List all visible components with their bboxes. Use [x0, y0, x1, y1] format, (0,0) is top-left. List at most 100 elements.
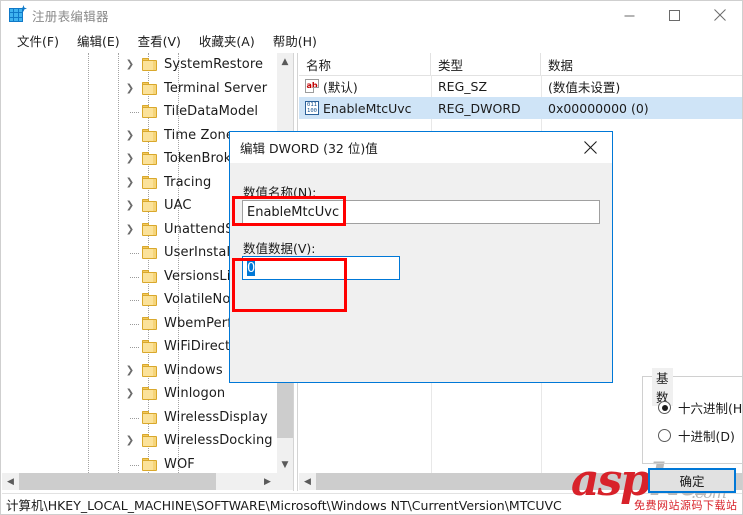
chevron-right-icon[interactable]: ❯: [122, 147, 138, 171]
value-name-cell: 011 100 EnableMtcUvc: [299, 97, 431, 119]
column-header-name[interactable]: 名称: [299, 53, 431, 75]
folder-icon: [142, 434, 157, 447]
tree-item[interactable]: ❯ Winlogon: [2, 382, 277, 406]
menu-view[interactable]: 查看(V): [129, 29, 190, 53]
window-title: 注册表编辑器: [32, 8, 109, 24]
tree-guide-line: [130, 300, 139, 302]
tree-guide-line: [130, 347, 139, 349]
folder-icon: [142, 387, 157, 400]
folder-icon: [142, 222, 157, 236]
folder-icon: [142, 175, 157, 189]
chevron-right-icon[interactable]: ❯: [122, 53, 138, 77]
tree-guide-line: [130, 253, 139, 255]
folder-icon: [142, 457, 157, 471]
value-data-input[interactable]: 0: [242, 256, 400, 280]
tree-item[interactable]: ❯ WirelessDocking: [2, 429, 277, 453]
value-name-input[interactable]: EnableMtcUvc: [242, 200, 600, 224]
tree-horizontal-scrollbar[interactable]: ◀ ▶: [2, 473, 293, 490]
chevron-right-icon[interactable]: ❯: [122, 429, 138, 453]
radio-button-icon[interactable]: [658, 401, 671, 414]
chevron-right-icon[interactable]: ❯: [122, 382, 138, 406]
chevron-left-icon[interactable]: ◀: [2, 473, 19, 490]
menu-edit[interactable]: 编辑(E): [68, 29, 129, 53]
tree-guide-line: [130, 112, 139, 114]
value-data-label: 数值数据(V):: [243, 241, 316, 256]
radio-hexadecimal-label: 十六进制(H): [678, 401, 743, 416]
chevron-right-icon[interactable]: ❯: [122, 194, 138, 218]
radio-decimal-label: 十进制(D): [678, 429, 735, 444]
folder-icon: [142, 246, 157, 259]
chevron-up-icon[interactable]: ▲: [277, 53, 293, 70]
tree-item[interactable]: ❯ SystemRestore: [2, 53, 277, 77]
chevron-down-icon[interactable]: ▼: [277, 456, 293, 473]
folder-icon: [142, 58, 157, 71]
tree-item-label: WOF: [164, 456, 195, 472]
tree-item[interactable]: TileDataModel: [2, 100, 277, 124]
value-name-label: 数值名称(N):: [243, 185, 317, 200]
radio-decimal[interactable]: 十进制(D): [658, 426, 735, 445]
folder-icon: [142, 363, 157, 377]
value-data-cell: (数值未设置): [548, 79, 621, 95]
folder-icon: [142, 293, 157, 306]
folder-icon: [142, 128, 157, 142]
value-name-label: (默认): [323, 79, 358, 95]
list-column-header: 名称 类型 数据: [299, 53, 742, 76]
statusbar: 计算机\HKEY_LOCAL_MACHINE\SOFTWARE\Microsof…: [2, 493, 742, 514]
value-row-enablemtcuvc[interactable]: 011 100 EnableMtcUvc REG_DWORD 0x00000000…: [299, 97, 742, 119]
value-data-input-text: 0: [247, 260, 256, 276]
chevron-right-icon[interactable]: ❯: [122, 171, 138, 195]
tree-item[interactable]: WOF: [2, 453, 277, 474]
folder-icon: [142, 269, 157, 283]
tree-scroll-thumb[interactable]: [277, 383, 293, 438]
folder-icon: [142, 199, 157, 212]
tree-hscroll-thumb[interactable]: [19, 473, 216, 490]
menu-file[interactable]: 文件(F): [8, 29, 68, 53]
tree-item-label: WbemPerf: [164, 315, 232, 331]
tree-guide-line: [130, 464, 139, 467]
menubar: 文件(F) 编辑(E) 查看(V) 收藏夹(A) 帮助(H): [1, 29, 742, 53]
chevron-right-icon[interactable]: ▶: [259, 473, 276, 490]
ok-button[interactable]: 确定: [648, 468, 736, 493]
tree-item-label: Terminal Server: [164, 80, 268, 96]
value-row-default[interactable]: ab (默认) REG_SZ (数值未设置): [299, 75, 742, 97]
tree-item-label: TileDataModel: [164, 104, 259, 119]
value-data-cell: 0x00000000 (0): [548, 100, 649, 116]
column-header-type[interactable]: 类型: [431, 53, 541, 75]
chevron-left-icon[interactable]: ◀: [299, 473, 316, 490]
folder-icon: [142, 81, 157, 95]
window-controls: [607, 1, 742, 29]
registry-editor-icon: [9, 5, 27, 23]
tree-item-label: Windows: [164, 362, 223, 378]
tree-guide-line: [130, 323, 139, 326]
value-type-cell: REG_DWORD: [438, 100, 521, 116]
dialog-title: 编辑 DWORD (32 位)值: [240, 141, 378, 156]
dialog-close-icon[interactable]: [568, 132, 612, 163]
radio-button-icon[interactable]: [658, 429, 671, 442]
chevron-right-icon[interactable]: ❯: [122, 359, 138, 383]
registry-editor-window: 注册表编辑器 文件(F) 编辑(E) 查看(V) 收藏夹(A) 帮助(H) ❯ …: [0, 0, 743, 515]
menu-help[interactable]: 帮助(H): [264, 29, 326, 53]
tree-item-label: SystemRestore: [164, 57, 264, 72]
tree-guide-line: [130, 276, 139, 279]
tree-item-label: UAC: [164, 198, 192, 213]
string-value-icon: ab: [305, 79, 319, 93]
menu-favorites[interactable]: 收藏夹(A): [190, 29, 264, 53]
minimize-button[interactable]: [607, 1, 652, 29]
column-header-data[interactable]: 数据: [541, 53, 742, 75]
close-button[interactable]: [697, 1, 742, 29]
chevron-right-icon[interactable]: ❯: [122, 77, 138, 101]
registry-path: 计算机\HKEY_LOCAL_MACHINE\SOFTWARE\Microsof…: [6, 497, 562, 513]
chevron-right-icon[interactable]: ❯: [122, 218, 138, 242]
folder-icon: [142, 316, 157, 330]
tree-item-label: Tracing: [164, 174, 212, 190]
tree-item[interactable]: WirelessDisplay: [2, 406, 277, 430]
folder-icon: [142, 340, 157, 353]
value-name-label: EnableMtcUvc: [323, 100, 412, 116]
tree-item-label: Winlogon: [164, 386, 226, 401]
chevron-right-icon[interactable]: ❯: [122, 124, 138, 148]
maximize-button[interactable]: [652, 1, 697, 29]
folder-icon: [142, 410, 157, 424]
value-name-input-text: EnableMtcUvc: [247, 204, 340, 220]
radio-hexadecimal[interactable]: 十六进制(H): [658, 398, 743, 417]
tree-item[interactable]: ❯ Terminal Server: [2, 77, 277, 101]
